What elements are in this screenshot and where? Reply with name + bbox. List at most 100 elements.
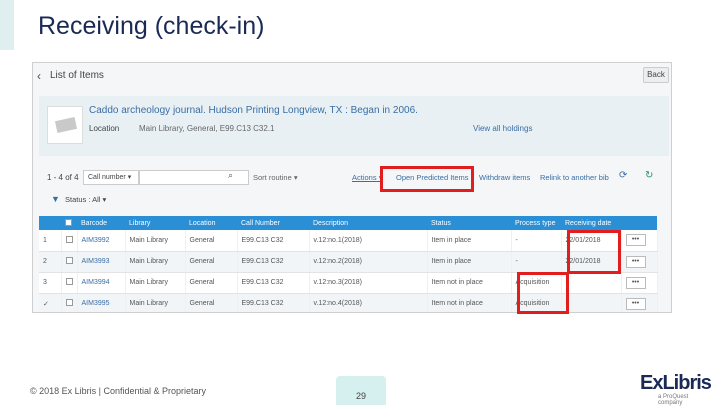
table-row[interactable]: 2 AIM3993 Main Library General E99.C13 C… — [39, 251, 658, 273]
col-header-process-type[interactable]: Process type — [511, 216, 561, 230]
page-title: List of Items — [50, 70, 104, 81]
status-filter[interactable]: Status : All ▾ — [65, 195, 106, 204]
record-thumbnail — [47, 106, 83, 144]
col-header-num — [39, 216, 61, 230]
page-header: ‹ List of Items Back — [33, 63, 671, 93]
table-header-row: Barcode Library Location Call Number Des… — [39, 216, 657, 230]
pager-count: 1 - 4 of 4 — [47, 173, 79, 182]
footer-copyright: © 2018 Ex Libris | Confidential & Propri… — [30, 386, 207, 396]
select-all-checkbox[interactable] — [65, 218, 72, 226]
call-number-cell: E99.C13 C32 — [237, 251, 310, 273]
alma-screenshot: ‹ List of Items Back Caddo archeology jo… — [32, 62, 672, 313]
row-actions-cell: ••• — [621, 230, 658, 252]
status-cell: Item not in place — [427, 293, 512, 312]
export-icon[interactable]: ⟳ — [619, 170, 627, 181]
slide-decoration — [0, 0, 14, 50]
library-cell: Main Library — [125, 230, 186, 252]
col-header-barcode[interactable]: Barcode — [77, 216, 125, 230]
row-actions-button[interactable]: ••• — [625, 297, 646, 310]
exlibris-logo: ExLibris a ProQuest company — [640, 372, 712, 406]
location-cell: General — [185, 272, 238, 294]
search-icon[interactable]: ⌕ — [228, 170, 233, 181]
call-number-cell: E99.C13 C32 — [237, 272, 310, 294]
table-row[interactable]: 1 AIM3992 Main Library General E99.C13 C… — [39, 230, 658, 252]
row-number: 3 — [39, 272, 62, 294]
sort-routine-label: Sort routine — [253, 173, 292, 182]
row-actions-cell: ••• — [621, 293, 658, 312]
description-cell: v.12:no.2(2018) — [309, 251, 428, 273]
highlight-receiving-dates — [567, 230, 621, 274]
receiving-date-cell: - — [561, 272, 622, 294]
col-header-location[interactable]: Location — [185, 216, 237, 230]
location-cell: General — [185, 251, 238, 273]
actions-menu[interactable]: Actions ▾ — [352, 173, 382, 182]
description-cell: v.12:no.4(2018) — [309, 293, 428, 312]
call-number-cell: E99.C13 C32 — [237, 230, 310, 252]
description-cell: v.12:no.3(2018) — [309, 272, 428, 294]
call-number-cell: E99.C13 C32 — [237, 293, 310, 312]
filter-row: ▼ Status : All ▾ — [39, 193, 669, 207]
row-checkbox[interactable] — [65, 235, 73, 243]
barcode-link[interactable]: AIM3995 — [77, 293, 126, 312]
location-label: Location — [89, 124, 120, 133]
col-header-library[interactable]: Library — [125, 216, 185, 230]
row-checkbox[interactable] — [65, 257, 73, 264]
col-header-call-number[interactable]: Call Number — [237, 216, 309, 230]
receiving-date-cell: - — [561, 293, 622, 312]
col-header-status[interactable]: Status — [427, 216, 511, 230]
refresh-icon[interactable]: ↻ — [645, 170, 653, 181]
description-cell: v.12:no.1(2018) — [309, 230, 428, 252]
row-checkbox-cell[interactable] — [61, 251, 78, 273]
row-number: ✓ — [39, 293, 62, 312]
list-toolbar: 1 - 4 of 4 Call number ▾ ⌕ Sort routine … — [39, 167, 669, 189]
library-cell: Main Library — [125, 251, 186, 273]
status-cell: Item in place — [427, 251, 512, 273]
back-button[interactable]: Back — [643, 67, 669, 83]
page-number: 29 — [356, 391, 367, 401]
col-header-receiving-date[interactable]: Receiving date — [561, 216, 621, 230]
location-cell: General — [185, 293, 238, 312]
highlight-acquisition — [517, 272, 569, 314]
slide-title: Receiving (check-in) — [38, 12, 265, 40]
col-header-description[interactable]: Description — [309, 216, 427, 230]
row-actions-button[interactable]: ••• — [625, 255, 646, 268]
row-checkbox[interactable] — [65, 299, 73, 306]
row-number: 1 — [39, 230, 62, 252]
col-header-select[interactable] — [61, 216, 77, 230]
row-actions-cell: ••• — [621, 272, 658, 294]
search-field-select[interactable]: Call number ▾ — [83, 170, 139, 185]
location-value: Main Library, General, E99.C13 C32.1 — [139, 124, 275, 133]
sort-routine-dropdown[interactable]: Sort routine ▾ — [253, 173, 298, 182]
withdraw-items-button[interactable]: Withdraw items — [479, 173, 530, 182]
row-checkbox[interactable] — [65, 278, 73, 285]
row-actions-cell: ••• — [621, 251, 658, 273]
status-cell: Item not in place — [427, 272, 512, 294]
logo-text: ExLibris — [640, 372, 712, 394]
record-title[interactable]: Caddo archeology journal. Hudson Printin… — [89, 105, 418, 116]
row-actions-button[interactable]: ••• — [625, 234, 646, 247]
barcode-link[interactable]: AIM3994 — [77, 272, 126, 294]
status-filter-label: Status : All — [65, 195, 101, 204]
row-actions-button[interactable]: ••• — [625, 276, 646, 289]
relink-button[interactable]: Relink to another bib — [540, 173, 609, 182]
row-checkbox-cell[interactable] — [61, 293, 78, 312]
filter-icon[interactable]: ▼ — [51, 194, 60, 204]
process-type-cell: - — [511, 230, 562, 252]
row-checkbox-cell[interactable] — [61, 230, 78, 252]
process-type-cell: - — [511, 251, 562, 273]
library-cell: Main Library — [125, 293, 186, 312]
barcode-link[interactable]: AIM3992 — [77, 230, 126, 252]
row-number: 2 — [39, 251, 62, 273]
location-cell: General — [185, 230, 238, 252]
search-field-value: Call number — [88, 174, 126, 181]
chevron-left-icon[interactable]: ‹ — [37, 69, 41, 83]
highlight-open-predicted — [380, 166, 474, 192]
actions-label: Actions — [352, 173, 377, 182]
view-all-holdings-link[interactable]: View all holdings — [473, 124, 532, 133]
col-header-actions — [621, 216, 657, 230]
logo-subtitle: a ProQuest company — [658, 394, 689, 406]
library-cell: Main Library — [125, 272, 186, 294]
record-summary: Caddo archeology journal. Hudson Printin… — [39, 96, 669, 156]
barcode-link[interactable]: AIM3993 — [77, 251, 126, 273]
row-checkbox-cell[interactable] — [61, 272, 78, 294]
